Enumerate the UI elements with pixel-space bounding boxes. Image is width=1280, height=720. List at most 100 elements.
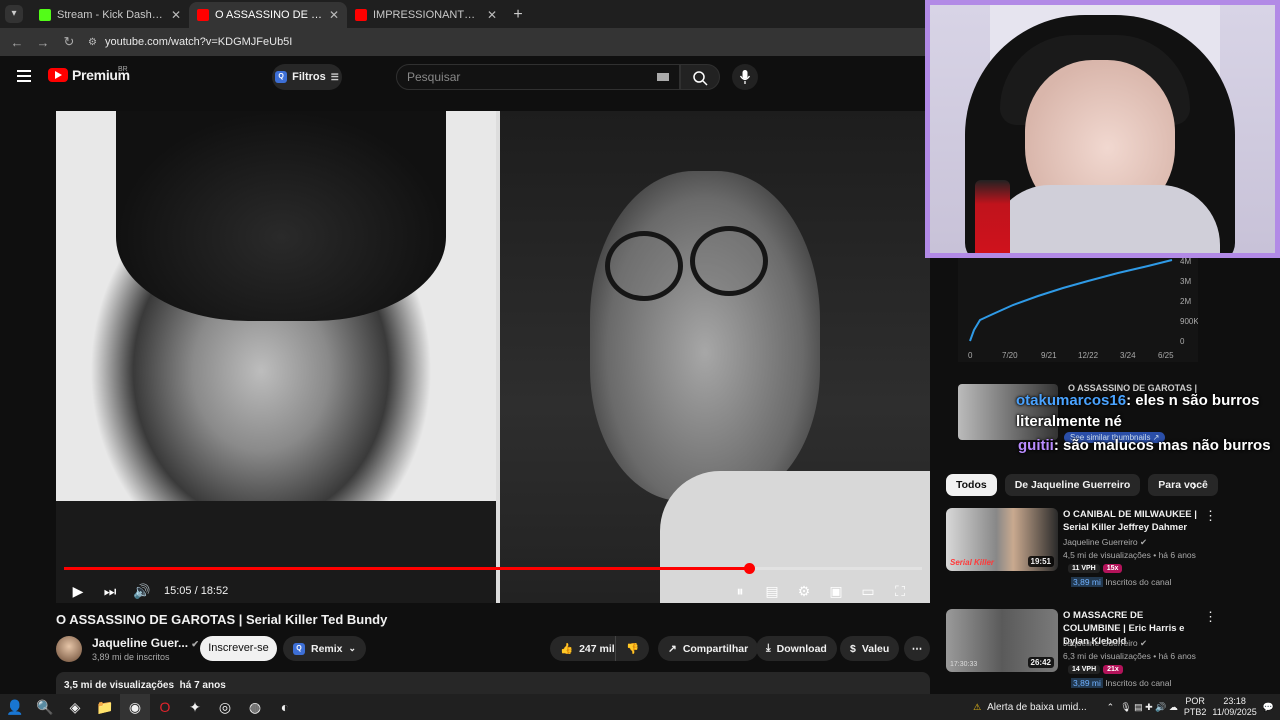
- language-indicator[interactable]: POR PTB2: [1184, 696, 1207, 718]
- download-icon: ⤓: [766, 642, 771, 654]
- recommendation-thumbnail[interactable]: Serial Killer 19:51: [946, 508, 1058, 571]
- new-tab-button[interactable]: +: [505, 2, 531, 28]
- tab-youtube-2[interactable]: IMPRESSIONANTE DEMAIS ESS ✕: [347, 2, 505, 28]
- thanks-button[interactable]: $ Valeu: [840, 636, 900, 661]
- weather-alert[interactable]: Alerta de baixa umid...: [987, 702, 1087, 713]
- app-icon[interactable]: ◐: [270, 694, 300, 720]
- keyboard-icon[interactable]: [657, 73, 669, 81]
- recommendation-meta: 4,5 mi de visualizações • há 6 anos: [1063, 550, 1196, 560]
- volume-icon[interactable]: 🔊: [130, 583, 154, 600]
- search-input[interactable]: Pesquisar: [396, 64, 680, 90]
- thumbs-up-icon: 👍: [560, 643, 574, 655]
- scrubber-handle[interactable]: [743, 563, 755, 574]
- close-icon[interactable]: ✕: [329, 8, 339, 22]
- next-icon[interactable]: ⏭: [98, 583, 122, 600]
- notifications-icon[interactable]: 💬: [1263, 702, 1274, 713]
- close-icon[interactable]: ✕: [171, 8, 181, 22]
- x-tick: 3/24: [1120, 351, 1136, 360]
- close-icon[interactable]: ✕: [487, 8, 497, 22]
- menu-icon[interactable]: [17, 70, 31, 82]
- subtitles-icon[interactable]: ▤: [760, 583, 784, 600]
- glasses-lens-left: [605, 231, 683, 301]
- opera-icon[interactable]: O: [150, 694, 180, 720]
- site-info-icon[interactable]: ⚙: [88, 37, 97, 48]
- miniplayer-icon[interactable]: ▣: [824, 583, 848, 600]
- x-tick: 7/20: [1002, 351, 1018, 360]
- channel-name-row[interactable]: Jaqueline Guer... ✔: [92, 636, 199, 650]
- chat-username: otakumarcos16: [1016, 392, 1127, 409]
- view-count: 3,5 mi de visualizações: [64, 680, 175, 691]
- subs-label: Inscritos do canal: [1105, 577, 1172, 587]
- chip-for-you[interactable]: Para você: [1148, 474, 1218, 496]
- chevron-up-icon[interactable]: ⌃: [1107, 702, 1115, 713]
- search-icon[interactable]: 🔍: [30, 694, 60, 720]
- browser-tab-bar: ▾ Stream - Kick Dashboard ✕ O ASSASSINO …: [0, 0, 925, 28]
- more-horizontal-icon: ⋯: [911, 642, 923, 655]
- url-field[interactable]: ⚙ youtube.com/watch?v=KDGMJFeUb5I: [88, 31, 925, 53]
- obs-icon[interactable]: ◍: [240, 694, 270, 720]
- download-button[interactable]: ⤓ Download: [756, 636, 837, 661]
- video-player[interactable]: ▶ ⏭ 🔊 15:05 / 18:52 ⏸ ▤ ⚙ ▣ ▭ ⛶: [56, 111, 930, 603]
- youtube-icon: [355, 9, 367, 21]
- extension-icon: Q: [293, 642, 305, 655]
- subscribe-button[interactable]: Inscrever-se: [200, 636, 277, 661]
- youtube-logo[interactable]: Premium BR: [48, 66, 130, 83]
- play-icon[interactable]: ▶: [66, 583, 90, 600]
- tab-youtube-active[interactable]: O ASSASSINO DE GAROTAS | Se ✕: [189, 2, 347, 28]
- chip-all[interactable]: Todos: [946, 474, 997, 496]
- x-tick: 6/25: [1158, 351, 1174, 360]
- tray-icons[interactable]: 🎙 ▤ ✚ 🔊 ☁: [1120, 702, 1178, 713]
- thanks-icon: $: [850, 642, 856, 655]
- recommendation-channel: Jaqueline Guerreiro ✔: [1063, 537, 1147, 548]
- recommendation-thumbnail[interactable]: 17:30:33 26:42: [946, 609, 1058, 672]
- more-actions-button[interactable]: ⋯: [904, 636, 930, 661]
- discord-icon[interactable]: ◎: [210, 694, 240, 720]
- copilot-icon[interactable]: ◈: [60, 694, 90, 720]
- kick-icon: [39, 9, 51, 21]
- settings-gear-icon[interactable]: ⚙: [792, 583, 816, 600]
- clock[interactable]: 23:18 11/09/2025: [1212, 696, 1256, 718]
- verified-icon: ✔: [191, 639, 199, 649]
- chat-text: : são malucos mas não burros: [1053, 437, 1271, 454]
- address-bar: ← → ↻ ⚙ youtube.com/watch?v=KDGMJFeUb5I: [0, 28, 925, 56]
- like-count: 247 mil: [579, 642, 615, 655]
- channel-avatar[interactable]: [56, 636, 82, 662]
- remix-button[interactable]: Q Remix ⌄: [283, 636, 367, 661]
- share-button[interactable]: ↗ Compartilhar: [658, 636, 759, 661]
- forward-icon[interactable]: →: [36, 35, 50, 50]
- verified-icon: ✔: [1140, 638, 1148, 648]
- fullscreen-icon[interactable]: ⛶: [888, 583, 912, 600]
- more-vertical-icon[interactable]: ⋮: [1204, 508, 1217, 524]
- player-controls-left: ▶ ⏭ 🔊 15:05 / 18:52: [66, 577, 229, 603]
- app-icon[interactable]: ✦: [180, 694, 210, 720]
- chat-username: guitii: [1018, 437, 1054, 454]
- video-duration: 26:42: [1027, 657, 1054, 668]
- tab-list-button[interactable]: ▾: [5, 5, 23, 23]
- chevron-down-icon: ⌄: [348, 643, 357, 653]
- microphone-icon: [739, 70, 751, 84]
- reload-icon[interactable]: ↻: [62, 34, 76, 50]
- system-tray: ⚠ Alerta de baixa umid... ⌃ 🎙 ▤ ✚ 🔊 ☁ PO…: [973, 696, 1280, 718]
- progress-bar[interactable]: [64, 563, 922, 574]
- extension-icon: Q: [275, 71, 288, 83]
- recommendation-item[interactable]: 17:30:33 26:42 O MASSACRE DE COLUMBINE |…: [946, 609, 1266, 688]
- search-button[interactable]: [680, 64, 720, 90]
- dislike-button[interactable]: 👎: [615, 636, 650, 661]
- subs-label: Inscritos do canal: [1105, 678, 1172, 688]
- tab-kick[interactable]: Stream - Kick Dashboard ✕: [31, 2, 189, 28]
- like-button[interactable]: 👍 247 mil: [550, 636, 625, 661]
- region-code: BR: [118, 66, 128, 73]
- recommendation-item[interactable]: Serial Killer 19:51 O CANIBAL DE MILWAUK…: [946, 508, 1266, 587]
- back-icon[interactable]: ←: [10, 35, 24, 50]
- filters-button[interactable]: Q Filtros ☰: [272, 64, 342, 90]
- chrome-icon[interactable]: ◉: [120, 694, 150, 720]
- chevron-right-icon[interactable]: ›: [1192, 477, 1197, 493]
- chip-from-channel[interactable]: De Jaqueline Guerreiro: [1004, 474, 1141, 496]
- theater-mode-icon[interactable]: ▭: [856, 583, 880, 600]
- voice-search-button[interactable]: [732, 64, 758, 90]
- user-avatar-icon[interactable]: 👤: [0, 694, 30, 720]
- file-explorer-icon[interactable]: 📁: [90, 694, 120, 720]
- autoplay-toggle-icon[interactable]: ⏸: [728, 583, 752, 600]
- vph-badge: 11 VPH: [1068, 564, 1100, 573]
- more-vertical-icon[interactable]: ⋮: [1204, 609, 1217, 625]
